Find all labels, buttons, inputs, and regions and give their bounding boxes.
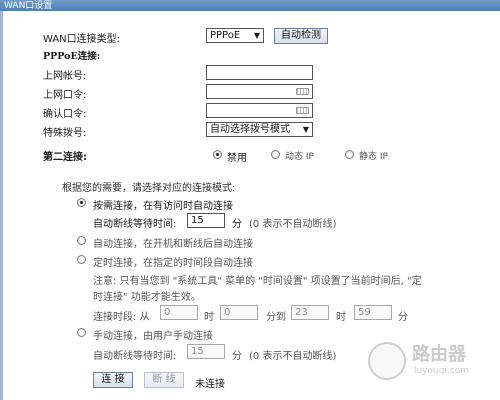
pppoe-heading: PPPoE连接: [43,51,101,62]
router-logo-icon [368,342,406,380]
manual-wait-label: 自动断线等待时间: [93,351,177,362]
chevron-down-icon: ▼ [302,125,309,134]
keyboard-icon[interactable] [296,107,309,114]
disconnect-button[interactable]: 断 线 [144,372,184,388]
second-option-static: 静态 IP [359,152,388,162]
conn-type-value: PPPoE [210,30,241,41]
manual-connect-label: 手动连接，由用户手动连接 [93,331,213,342]
conn-type-label: WAN口连接类型: [43,34,121,45]
on-demand-note: (0 表示不自动断线) [249,219,337,230]
to-minute-input[interactable]: 59 [354,305,392,320]
chevron-down-icon: ▼ [253,31,260,40]
from-minute-input[interactable]: 0 [220,305,258,320]
auto-connect-label: 自动连接，在开机和断线后自动连接 [93,239,253,250]
watermark-text: 路由器 [412,344,466,365]
confirm-password-input[interactable] [206,103,313,118]
watermark-url: luyouqi.com [414,366,470,376]
timed-note-line1: 注意: 只有当您到 "系统工具" 菜单的 "时间设置" 项设置了当前时间后, "… [93,276,422,287]
left-frame-edge [0,11,3,400]
mode-intro: 根据您的需要，请选择对应的连接模式: [62,183,236,194]
window-title-bar: WAN口设置 [0,0,500,11]
confirm-label: 确认口令: [43,109,87,120]
username-label: 上网帐号: [43,71,87,82]
on-demand-wait-label: 自动断线等待时间: [93,219,177,230]
second-static-ip-radio[interactable] [345,150,354,159]
second-option-disable: 禁用 [227,153,247,164]
keyboard-icon[interactable] [296,88,309,95]
hour-label-2: 时 [336,312,346,323]
site-watermark: 路由器 luyouqi.com [368,340,490,386]
manual-connect-radio[interactable] [77,328,86,337]
username-input[interactable] [206,65,313,80]
special-dial-value: 自动选择拨号模式 [210,124,290,135]
timed-note-line2: 时连接" 功能才能生效。 [93,292,201,303]
second-disabled-radio[interactable] [213,150,222,159]
on-demand-label: 按需连接，在有访问时自动连接 [93,201,233,212]
second-conn-label: 第二连接: [43,152,87,163]
auto-detect-button[interactable]: 自动检测 [274,28,328,44]
on-demand-wait-input[interactable]: 15 [187,213,225,228]
second-dynamic-ip-radio[interactable] [271,150,280,159]
manual-wait-input[interactable]: 15 [187,344,225,359]
to-hour-input[interactable]: 23 [291,305,329,320]
auto-connect-radio[interactable] [77,236,86,245]
connect-button[interactable]: 连 接 [93,372,133,388]
hour-label-1: 时 [204,312,214,323]
from-hour-input[interactable]: 0 [160,305,198,320]
password-input[interactable] [206,84,313,99]
conn-type-select[interactable]: PPPoE ▼ [206,28,264,43]
on-demand-unit: 分 [232,219,242,230]
minute-to-label: 分到 [266,312,286,323]
connection-status: 未连接 [195,379,225,390]
timed-connect-radio[interactable] [77,255,86,264]
manual-note: (0 表示不自动断线) [249,351,337,362]
manual-unit: 分 [232,351,242,362]
timed-connect-label: 定时连接，在指定的时间段自动连接 [93,258,253,269]
minute-label: 分 [398,312,408,323]
second-option-dynamic: 动态 IP [285,152,314,162]
period-label: 连接时段: 从 [93,312,150,323]
special-dial-label: 特殊拨号: [43,128,87,139]
special-dial-select[interactable]: 自动选择拨号模式 ▼ [206,122,313,137]
window-title: WAN口设置 [4,1,53,11]
on-demand-radio[interactable] [77,198,86,207]
password-label: 上网口令: [43,90,87,101]
